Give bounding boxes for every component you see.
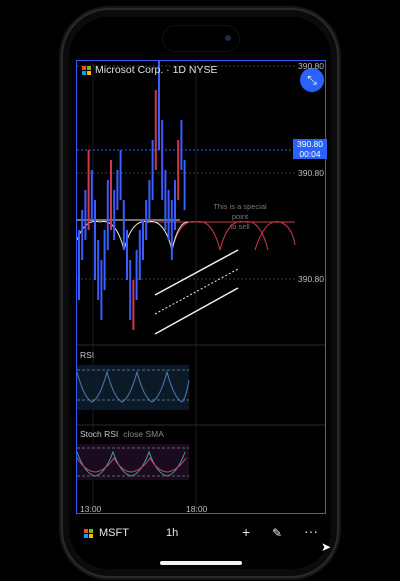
microsoft-logo-icon xyxy=(82,65,91,75)
stoch-rsi-label: Stoch RSI close SMA xyxy=(80,429,164,439)
annotation-line: to sell xyxy=(230,222,250,231)
mouse-cursor-icon: ➤ xyxy=(321,540,332,554)
rsi-label: RSI xyxy=(80,350,95,360)
price-label: 390.80 xyxy=(298,168,324,178)
price-label: 390.80 xyxy=(298,274,324,284)
annotation-line: This is a special point xyxy=(213,202,267,221)
chart-annotation[interactable]: This is a special point to sell xyxy=(210,202,270,232)
stoch-rsi-params: close SMA xyxy=(123,429,164,439)
more-icon: ··· xyxy=(304,523,318,539)
time-label: 18:00 xyxy=(186,504,208,514)
bar-countdown: 00:04 xyxy=(299,149,321,159)
plus-icon: + xyxy=(242,524,251,540)
home-indicator[interactable] xyxy=(160,561,242,565)
symbol-text: MSFT xyxy=(99,527,129,539)
stoch-rsi-title: Stoch RSI xyxy=(80,429,119,439)
interval-selector[interactable]: 1h xyxy=(166,527,178,539)
draw-button[interactable]: ✎ xyxy=(272,526,282,540)
chart-title[interactable]: Microsot Corp. · 1D NYSE xyxy=(82,64,218,76)
add-button[interactable]: + xyxy=(242,524,250,540)
price-label: 390.80 xyxy=(298,61,324,71)
bottom-toolbar: MSFT 1h + ✎ ··· xyxy=(76,520,326,546)
more-button[interactable]: ··· xyxy=(304,523,318,539)
pen-icon: ✎ xyxy=(272,526,283,540)
current-price: 390.80 xyxy=(297,139,323,149)
microsoft-logo-icon xyxy=(84,528,93,538)
time-label: 13:00 xyxy=(80,504,102,514)
chart-title-text: Microsot Corp. · 1D NYSE xyxy=(95,64,218,76)
current-price-badge: 390.80 00:04 xyxy=(293,139,327,159)
collapse-button[interactable]: ⤡ xyxy=(300,68,324,92)
symbol-selector[interactable]: MSFT xyxy=(84,527,129,539)
chart-selection-frame xyxy=(76,60,326,514)
collapse-icon: ⤡ xyxy=(307,72,317,87)
